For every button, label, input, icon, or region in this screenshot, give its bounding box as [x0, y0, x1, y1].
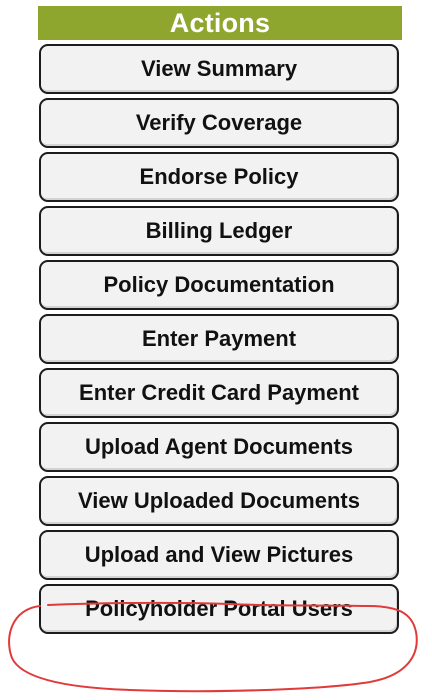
actions-button-list: View Summary Verify Coverage Endorse Pol…	[38, 44, 402, 634]
action-item-upload-agent-documents: Upload Agent Documents	[38, 422, 402, 472]
policy-documentation-button[interactable]: Policy Documentation	[39, 260, 399, 310]
action-item-enter-payment: Enter Payment	[38, 314, 402, 364]
upload-agent-documents-button[interactable]: Upload Agent Documents	[39, 422, 399, 472]
enter-credit-card-payment-button[interactable]: Enter Credit Card Payment	[39, 368, 399, 418]
action-item-view-summary: View Summary	[38, 44, 402, 94]
actions-panel-title: Actions	[38, 6, 402, 40]
billing-ledger-button[interactable]: Billing Ledger	[39, 206, 399, 256]
endorse-policy-button[interactable]: Endorse Policy	[39, 152, 399, 202]
action-item-enter-credit-card-payment: Enter Credit Card Payment	[38, 368, 402, 418]
action-item-policy-documentation: Policy Documentation	[38, 260, 402, 310]
policyholder-portal-users-button[interactable]: Policyholder Portal Users	[39, 584, 399, 634]
action-item-endorse-policy: Endorse Policy	[38, 152, 402, 202]
action-item-verify-coverage: Verify Coverage	[38, 98, 402, 148]
verify-coverage-button[interactable]: Verify Coverage	[39, 98, 399, 148]
enter-payment-button[interactable]: Enter Payment	[39, 314, 399, 364]
upload-and-view-pictures-button[interactable]: Upload and View Pictures	[39, 530, 399, 580]
action-item-upload-and-view-pictures: Upload and View Pictures	[38, 530, 402, 580]
action-item-policyholder-portal-users: Policyholder Portal Users	[38, 584, 402, 634]
view-uploaded-documents-button[interactable]: View Uploaded Documents	[39, 476, 399, 526]
action-item-billing-ledger: Billing Ledger	[38, 206, 402, 256]
view-summary-button[interactable]: View Summary	[39, 44, 399, 94]
actions-panel: Actions View Summary Verify Coverage End…	[38, 6, 402, 634]
action-item-view-uploaded-documents: View Uploaded Documents	[38, 476, 402, 526]
